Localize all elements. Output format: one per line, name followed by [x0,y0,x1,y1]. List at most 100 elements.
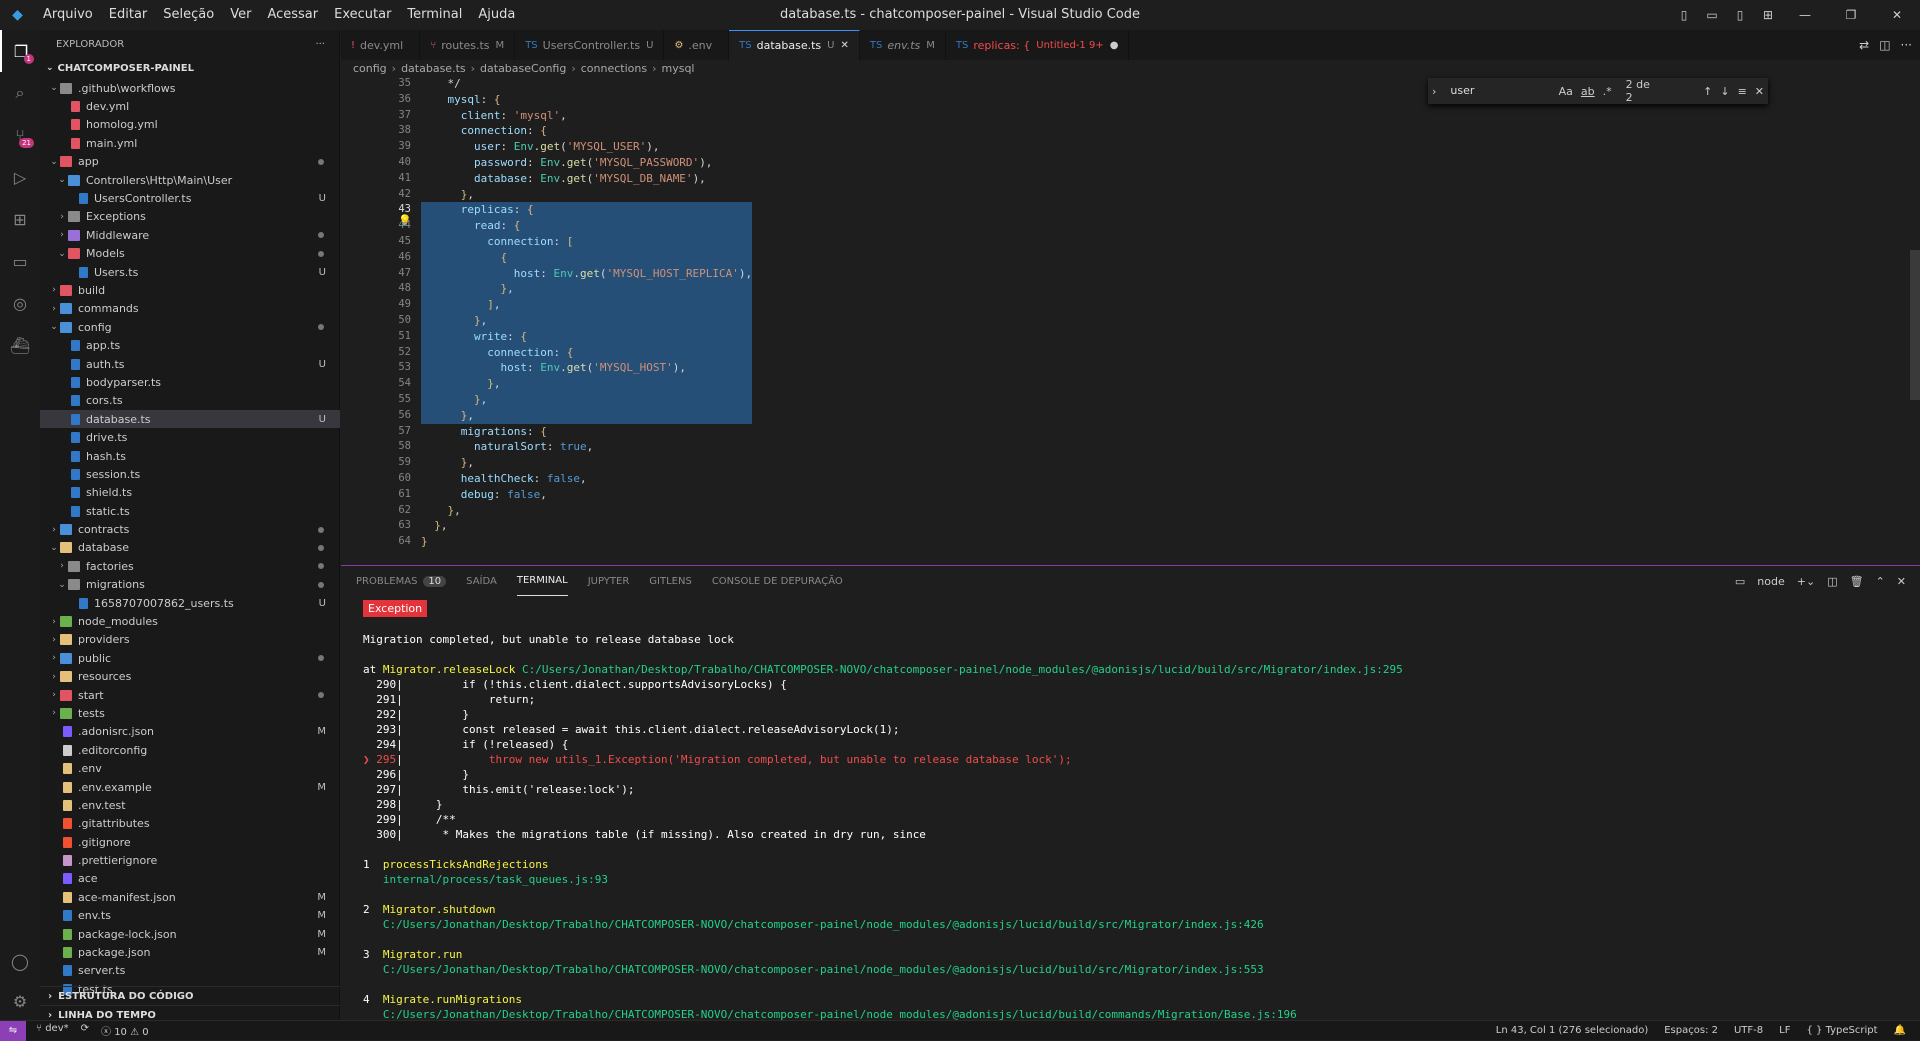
tree-folder[interactable]: › build [40,281,340,299]
toggle-panel-icon[interactable]: ▭ [1698,0,1726,30]
tree-file[interactable]: session.ts [40,465,340,483]
panel-tab[interactable]: TERMINAL [516,566,568,596]
sync-icon[interactable]: ⟳ [81,1023,89,1038]
close-icon[interactable]: ✕ [841,40,849,51]
tree-folder[interactable]: › node_modules [40,612,340,630]
compare-icon[interactable]: ⇄ [1859,38,1869,52]
code-line[interactable]: migrations: { [421,424,752,440]
search-icon[interactable]: ⌕ [0,72,40,114]
breadcrumb-item[interactable]: database.ts [401,62,466,75]
toggle-secondary-sidebar-icon[interactable]: ▯ [1726,0,1754,30]
editor-tab[interactable]: ! dev.yml [341,30,421,60]
tree-file[interactable]: .editorconfig [40,741,340,759]
tree-folder[interactable]: › commands [40,300,340,318]
code-line[interactable]: }, [421,281,753,298]
chevron-right-icon[interactable]: › [1432,85,1436,98]
project-root[interactable]: ⌄ CHATCOMPOSER-PAINEL [40,58,339,78]
tree-file[interactable]: .env.example M [40,778,340,796]
arrow-up-icon[interactable]: ↑ [1703,85,1712,98]
tree-folder[interactable]: ⌄ Models [40,245,340,263]
menu-item[interactable]: Acessar [259,0,326,30]
code-line[interactable]: host: Env.get('MYSQL_HOST'), [421,360,753,377]
code-line[interactable]: host: Env.get('MYSQL_HOST_REPLICA'), [421,265,753,282]
arrow-down-icon[interactable]: ↓ [1720,85,1729,98]
extensions-icon[interactable]: ⊞ [0,198,40,240]
code-line[interactable]: } [421,534,752,550]
code-line[interactable]: database: Env.get('MYSQL_DB_NAME'), [421,171,752,187]
panel-tab[interactable]: PROBLEMAS 10 [356,566,447,596]
find-input[interactable]: user [1444,81,1550,101]
code-line[interactable]: }, [421,455,752,471]
code-line[interactable]: }, [421,503,752,519]
tree-file[interactable]: main.yml [40,134,340,152]
split-terminal-icon[interactable]: ◫ [1827,575,1837,588]
code-line[interactable]: ], [421,297,753,313]
tree-file[interactable]: shield.ts [40,484,340,502]
code-line[interactable]: }, [421,518,752,534]
tree-file[interactable]: ace [40,870,340,888]
shell-name[interactable]: node [1757,575,1784,588]
menu-item[interactable]: Terminal [399,0,470,30]
tree-file[interactable]: auth.ts U [40,355,340,373]
menu-item[interactable]: Ver [222,0,259,30]
breadcrumb-item[interactable]: databaseConfig [480,62,566,75]
breadcrumb-item[interactable]: connections [581,62,647,75]
code-line[interactable]: connection: { [421,123,752,139]
tree-file[interactable]: .gitattributes [40,815,340,833]
tree-file[interactable]: UsersController.ts U [40,189,340,207]
tree-file[interactable]: .gitignore [40,833,340,851]
tree-file[interactable]: .prettierignore [40,851,340,869]
panel-tab[interactable]: CONSOLE DE DEPURAÇÃO [712,566,843,596]
encoding[interactable]: UTF-8 [1734,1025,1763,1036]
new-terminal-icon[interactable]: +⌄ [1797,575,1815,588]
code-line[interactable]: connection: { [421,344,753,361]
tree-folder[interactable]: › factories [40,557,340,575]
explorer-icon[interactable]: ❐ 1 [0,30,40,72]
tree-folder[interactable]: › resources [40,668,340,686]
close-window-button[interactable]: ✕ [1874,0,1920,30]
tree-folder[interactable]: › Middleware [40,226,340,244]
remote-explorer-icon[interactable]: ▭ [0,240,40,282]
code-line[interactable]: password: Env.get('MYSQL_PASSWORD'), [421,155,752,171]
account-icon[interactable]: ◯ [0,940,40,982]
branch-indicator[interactable]: ⑂ dev* [36,1023,69,1038]
editor-tab[interactable]: TS UsersController.ts U [515,30,665,60]
code-line[interactable]: }, [421,407,753,424]
breadcrumb-item[interactable]: mysql [661,62,694,75]
code-lines[interactable]: */ mysql: { client: 'mysql', connection:… [421,76,753,550]
tree-file[interactable]: drive.ts [40,428,340,446]
editor-tab[interactable]: TS database.ts U ✕ [729,30,860,60]
tree-file[interactable]: homolog.yml [40,116,340,134]
tree-file[interactable]: package.json M [40,943,340,961]
tree-file[interactable]: app.ts [40,336,340,354]
menu-item[interactable]: Executar [326,0,399,30]
customize-layout-icon[interactable]: ⊞ [1754,0,1782,30]
tree-file[interactable]: database.ts U [40,410,340,429]
terminal-output[interactable]: Exception Migration completed, but unabl… [363,600,1403,1022]
panel-tab[interactable]: GITLENS [649,566,692,596]
code-line[interactable]: }, [421,187,752,203]
tree-folder[interactable]: › tests [40,704,340,722]
tree-folder[interactable]: › providers [40,631,340,649]
code-line[interactable]: client: 'mysql', [421,108,752,124]
code-line[interactable]: connection: [ [421,233,753,250]
minimize-button[interactable]: — [1782,0,1828,30]
editor-tab[interactable]: ⑂ routes.ts M [420,30,516,60]
gitlens-icon[interactable]: ◎ [0,282,40,324]
source-control-icon[interactable]: ⑂ 21 [0,114,40,156]
tree-file[interactable]: package-lock.json M [40,925,340,943]
menu-item[interactable]: Ajuda [470,0,523,30]
tree-folder[interactable]: › start [40,686,340,704]
toggle-sidebar-icon[interactable]: ▯ [1670,0,1698,30]
code-line[interactable]: { [421,249,753,266]
tree-file[interactable]: hash.ts [40,447,340,465]
tree-folder[interactable]: ⌄ database [40,539,340,557]
tree-folder[interactable]: ⌄ Controllers\Http\Main\User [40,171,340,189]
tree-file[interactable]: static.ts [40,502,340,520]
tree-file[interactable]: server.ts [40,962,340,980]
code-line[interactable]: */ [421,76,752,92]
code-line[interactable]: }, [421,376,753,392]
docker-icon[interactable]: ⛴ [0,324,40,366]
tree-file[interactable]: .env [40,759,340,777]
more-actions-icon[interactable]: ··· [1901,38,1912,52]
